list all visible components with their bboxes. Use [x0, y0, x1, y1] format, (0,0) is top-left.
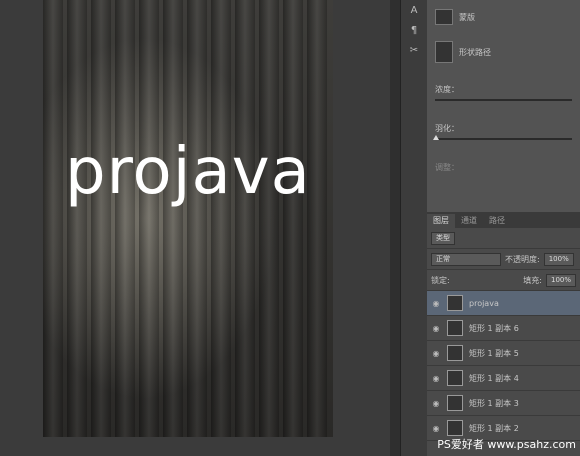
canvas-stripe — [163, 0, 183, 437]
density-label: 浓度： — [435, 85, 459, 94]
watermark: PS爱好者 www.psahz.com — [437, 438, 576, 451]
layer-name: 矩形 1 副本 3 — [469, 398, 519, 408]
fill-label: 填充: — [523, 275, 542, 285]
canvas-scrollbar[interactable] — [390, 0, 400, 456]
visibility-eye-icon[interactable]: ◉ — [431, 424, 441, 433]
layer-row[interactable]: ◉ 矩形 1 副本 4 — [427, 366, 580, 391]
canvas-stripe — [139, 0, 159, 437]
lock-bar: 锁定: 填充: 100% — [427, 270, 580, 291]
vector-mask-label: 形状路径 — [459, 47, 491, 57]
canvas-stripe — [115, 0, 135, 437]
mask-label: 蒙版 — [459, 12, 475, 22]
properties-panel: 蒙版 形状路径 浓度： 羽化： 调整： — [427, 0, 580, 212]
blend-mode-select[interactable]: 正常 — [431, 252, 501, 266]
layer-thumbnail — [447, 320, 463, 336]
vector-mask-icon — [435, 41, 453, 63]
layer-thumbnail — [447, 370, 463, 386]
canvas-stripe — [307, 0, 327, 437]
canvas-stripe — [187, 0, 207, 437]
tab-layers[interactable]: 图层 — [427, 214, 455, 228]
layer-name: 矩形 1 副本 2 — [469, 423, 519, 433]
tab-paths[interactable]: 路径 — [483, 214, 511, 228]
canvas-stripe — [211, 0, 231, 437]
density-slider[interactable] — [435, 99, 572, 101]
blend-bar: 正常 不透明度: 100% — [427, 249, 580, 270]
canvas-stripe — [283, 0, 303, 437]
fill-input[interactable]: 100% — [545, 273, 576, 287]
visibility-eye-icon[interactable]: ◉ — [431, 324, 441, 333]
layer-row[interactable]: ◉ 矩形 1 副本 5 — [427, 341, 580, 366]
mask-icon — [435, 9, 453, 25]
layer-thumbnail — [447, 395, 463, 411]
opacity-label: 不透明度: — [505, 254, 540, 264]
layer-row[interactable]: ◉ 矩形 1 副本 6 — [427, 316, 580, 341]
adjust-label: 调整： — [435, 163, 459, 172]
visibility-eye-icon[interactable]: ◉ — [431, 349, 441, 358]
layer-name: 矩形 1 副本 4 — [469, 373, 519, 383]
vector-mask-row[interactable]: 形状路径 — [427, 38, 580, 66]
layer-list: ◉ projava ◉ 矩形 1 副本 6 ◉ 矩形 1 副本 5 ◉ 矩形 1 副本 4 ◉ 矩… — [427, 291, 580, 441]
tab-channels[interactable]: 通道 — [455, 214, 483, 228]
layers-tabs: 图层 通道 路径 — [427, 214, 580, 228]
tool-presets[interactable]: ✂ — [401, 40, 427, 60]
layer-name: 矩形 1 副本 6 — [469, 323, 519, 333]
layer-thumbnail — [447, 295, 463, 311]
canvas-stripe — [67, 0, 87, 437]
character-tool[interactable]: A — [401, 0, 427, 20]
visibility-eye-icon[interactable]: ◉ — [431, 299, 441, 308]
feather-slider[interactable] — [433, 135, 572, 140]
slider-thumb-icon[interactable] — [433, 135, 439, 140]
filter-bar: 类型 — [427, 228, 580, 249]
opacity-input[interactable]: 100% — [543, 252, 574, 266]
layers-panel: 图层 通道 路径 类型 正常 不透明度: 100% 锁定: 填充: 100% ◉… — [427, 214, 580, 456]
mask-row[interactable]: 蒙版 — [427, 6, 580, 28]
canvas-area[interactable]: projava — [0, 0, 400, 456]
layer-thumbnail — [447, 420, 463, 436]
canvas-stripe — [259, 0, 279, 437]
lock-label: 锁定: — [431, 275, 450, 285]
feather-label: 羽化： — [435, 124, 459, 133]
filter-select[interactable]: 类型 — [431, 231, 455, 245]
canvas-stripe — [91, 0, 111, 437]
canvas-stripe — [43, 0, 63, 437]
layer-thumbnail — [447, 345, 463, 361]
visibility-eye-icon[interactable]: ◉ — [431, 399, 441, 408]
canvas-stripe — [235, 0, 255, 437]
layer-name: 矩形 1 副本 5 — [469, 348, 519, 358]
side-toolstrip: A ¶ ✂ — [400, 0, 427, 456]
layer-row[interactable]: ◉ projava — [427, 291, 580, 316]
visibility-eye-icon[interactable]: ◉ — [431, 374, 441, 383]
layer-name: projava — [469, 298, 499, 308]
layer-row[interactable]: ◉ 矩形 1 副本 3 — [427, 391, 580, 416]
logo-text: projava — [65, 135, 311, 209]
paragraph-tool[interactable]: ¶ — [401, 20, 427, 40]
document-canvas[interactable]: projava — [43, 0, 333, 437]
